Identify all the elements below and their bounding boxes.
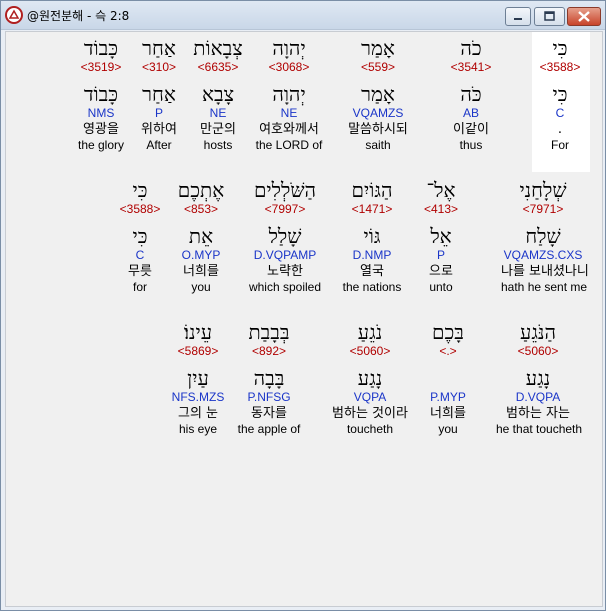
hebrew-lemma: גּוֹי (363, 224, 381, 248)
english-gloss: you (438, 422, 458, 436)
english-gloss: he that toucheth (496, 422, 583, 436)
morphology-code: D.VQPAMP (253, 248, 317, 262)
hebrew-word: עֵינוֹ׃ (183, 320, 213, 344)
strong-number[interactable]: <3588> (98, 202, 182, 218)
english-gloss: the nations (342, 280, 402, 294)
interlinear-panel[interactable]: כִּי <3588> כִּי C. For כֹה <3541> כֹּה AB 이같이 thu… (5, 31, 603, 607)
strong-number[interactable]: <3519> (59, 60, 143, 76)
strong-number[interactable]: <5060> (496, 344, 580, 360)
minimize-button[interactable] (505, 7, 531, 26)
minimize-icon (514, 18, 522, 20)
hebrew-word: הַשֹּׁלְלִים (253, 178, 317, 202)
word-cell[interactable]: בָּכֶם <.> P.MYP 너희를 you (406, 320, 490, 436)
morphology-code: VQAMZS (352, 106, 404, 120)
morphology-code: AB (462, 106, 479, 120)
strong-number[interactable]: <3588> (518, 60, 602, 76)
hebrew-lemma: אָמַר (361, 82, 395, 106)
strong-number[interactable]: <.> (406, 344, 490, 360)
window-title: @원전분해 - 슥 2:8 (27, 9, 130, 23)
hebrew-word: הַנֹּגֵעַ (520, 320, 556, 344)
strong-number[interactable]: <7997> (243, 202, 327, 218)
korean-gloss: 범하는 것이라 (332, 406, 408, 421)
hebrew-word: אָמַר (361, 36, 395, 60)
english-gloss: hath he sent me (501, 280, 588, 294)
word-cell[interactable]: כִּי <3588> כִּי C 무릇 for (98, 178, 182, 294)
maximize-icon (544, 11, 555, 21)
english-gloss: saith (365, 138, 391, 152)
english-gloss: his eye (178, 422, 218, 436)
word-cell[interactable]: הַגּוֹיִם <1471> גּוֹי D.NMP 열국 the nations (330, 178, 414, 294)
strong-number[interactable]: <5869> (156, 344, 240, 360)
title-bar[interactable]: @원전분해 - 슥 2:8 (1, 1, 605, 30)
app-icon (5, 6, 23, 24)
hebrew-word: בָּכֶם (432, 320, 464, 344)
hebrew-word: הַגּוֹיִם (351, 178, 393, 202)
hebrew-lemma: כִּי (132, 224, 148, 248)
morphology-code: NFS.MZS (171, 390, 225, 404)
korean-gloss: 너희를 (430, 406, 466, 421)
hebrew-lemma: נָגַע (357, 366, 383, 390)
korean-gloss: 말씀하시되 (348, 122, 408, 137)
morphology-code: C (555, 106, 565, 120)
morphology-code: D.NMP (352, 248, 392, 262)
hebrew-word: כָּבוֹד (83, 36, 119, 60)
morphology-code: VQAMZS.CXS (503, 248, 583, 262)
strong-number[interactable]: <5060> (328, 344, 412, 360)
hebrew-lemma: כָּבוֹד (83, 82, 119, 106)
hebrew-lemma: שָׁלַח (525, 224, 561, 248)
english-gloss: For (551, 138, 569, 152)
hebrew-word: כִּי (552, 36, 568, 60)
korean-gloss: 범하는 자는 (506, 406, 570, 421)
english-gloss: which spoiled (248, 280, 322, 294)
hebrew-lemma: נָגַע (525, 366, 551, 390)
app-window: @원전분해 - 슥 2:8 כִּי <3588> כִּי C. For כֹה <354… (0, 0, 606, 611)
strong-number[interactable]: <1471> (330, 202, 414, 218)
morphology-code: C (135, 248, 145, 262)
english-gloss: the glory (77, 138, 125, 152)
close-button[interactable] (567, 7, 601, 26)
word-cell[interactable]: הַשֹּׁלְלִים <7997> שָׁלַל D.VQPAMP 노략한 which… (243, 178, 327, 294)
english-gloss: toucheth (346, 422, 394, 436)
hebrew-lemma: כֹּה (460, 82, 482, 106)
hebrew-word: כֹה (460, 36, 482, 60)
korean-gloss: 노략한 (267, 264, 303, 279)
word-cell[interactable]: כֹה <3541> כֹּה AB 이같이 thus (429, 36, 513, 152)
korean-gloss: 이같이 (453, 122, 489, 137)
close-icon (578, 11, 590, 22)
hebrew-lemma: עַיִן (187, 366, 209, 390)
hebrew-lemma (406, 366, 490, 390)
word-cell[interactable]: כִּי <3588> כִּי C. For (518, 36, 602, 152)
morphology-code: NMS (87, 106, 115, 120)
english-gloss: for (132, 280, 147, 294)
morphology-code: VQPA (353, 390, 387, 404)
korean-gloss: 무릇 (128, 264, 152, 279)
korean-gloss: 그의 눈 (177, 406, 218, 421)
korean-gloss: 나를 보내셨나니 (501, 264, 589, 279)
korean-gloss: . (557, 122, 563, 137)
morphology-code: P.MYP (430, 390, 466, 404)
word-cell[interactable]: הַנֹּגֵעַ <5060> נָגַע D.VQPA 범하는 자는 he that … (496, 320, 583, 436)
strong-number[interactable]: <7971> (501, 202, 585, 218)
korean-gloss: 영광을 (83, 122, 119, 137)
word-cell[interactable]: נֹגֵעַ <5060> נָגַע VQPA 범하는 것이라 toucheth (328, 320, 412, 436)
hebrew-word: כִּי (132, 178, 148, 202)
morphology-code: D.VQPA (515, 390, 561, 404)
word-cell[interactable]: אָמַר <559> אָמַר VQAMZS 말씀하시되 saith (336, 36, 420, 152)
hebrew-word: שְׁלָחַנִי (519, 178, 567, 202)
word-cell[interactable]: כָּבוֹד <3519> כָּבוֹד NMS 영광을 the glory (59, 36, 143, 152)
hebrew-lemma: כִּי (552, 82, 568, 106)
hebrew-lemma: שָׁלַל (268, 224, 302, 248)
strong-number[interactable]: <559> (336, 60, 420, 76)
hebrew-word: נֹגֵעַ (357, 320, 383, 344)
english-gloss: thus (459, 138, 483, 152)
word-cell[interactable]: שְׁלָחַנִי <7971> שָׁלַח VQAMZS.CXS 나를 보내셨나니… (501, 178, 589, 294)
word-cell[interactable]: עֵינוֹ׃ <5869> עַיִן NFS.MZS 그의 눈 his eye (156, 320, 240, 436)
maximize-button[interactable] (534, 7, 565, 26)
korean-gloss: 열국 (360, 264, 384, 279)
strong-number[interactable]: <3541> (429, 60, 513, 76)
